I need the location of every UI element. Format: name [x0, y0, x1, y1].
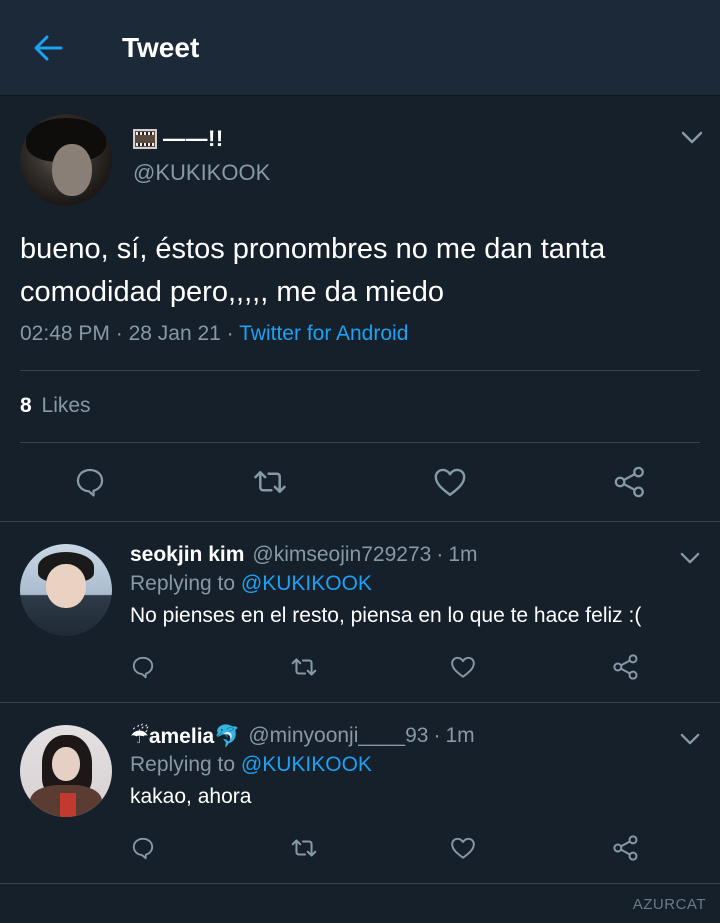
page-title: Tweet [122, 32, 200, 63]
retweet-icon [254, 471, 286, 493]
reply-action-bar [0, 650, 720, 684]
replying-to: Replying to @KUKIKOOK [130, 753, 372, 776]
reply-tweet[interactable]: seokjin kim @kimseojin729273 · 1m Replyi… [0, 522, 720, 702]
retweet-button[interactable] [287, 831, 321, 865]
reply-header: ☔amelia🐬 @minyoonji____93 · 1m [130, 724, 475, 749]
reply-icon [76, 468, 104, 497]
reply-time: 1m [445, 724, 475, 747]
avatar[interactable] [20, 725, 112, 817]
divider [20, 370, 700, 371]
reply-author-handle[interactable]: @minyoonji____93 [248, 724, 428, 748]
reply-menu-button[interactable] [676, 729, 704, 749]
reply-icon [132, 656, 154, 679]
tweet-source-link[interactable]: Twitter for Android [239, 322, 408, 345]
like-button[interactable] [430, 462, 470, 502]
author-name[interactable]: ——!! [133, 126, 224, 152]
likes-count: 8 [20, 394, 32, 417]
like-icon [451, 656, 475, 678]
like-button[interactable] [446, 831, 480, 865]
retweet-icon [291, 839, 317, 857]
share-icon [613, 654, 638, 680]
watermark: AZURCAT [632, 896, 706, 913]
share-icon [614, 466, 644, 498]
back-button[interactable] [28, 30, 68, 66]
author-handle[interactable]: @KUKIKOOK [133, 160, 270, 186]
likes-link[interactable]: 8 Likes [20, 394, 91, 418]
tweet-time: 02:48 PM [20, 322, 110, 345]
reply-time: 1m [448, 543, 478, 566]
chevron-down-icon [680, 552, 700, 563]
reply-text: No pienses en el resto, piensa en lo que… [130, 604, 642, 627]
like-button[interactable] [446, 650, 480, 684]
divider [20, 442, 700, 443]
tweet-menu-button[interactable] [678, 128, 706, 148]
reply-button[interactable] [70, 462, 110, 502]
tweet-action-bar [0, 462, 720, 502]
retweet-icon [291, 658, 317, 676]
mention-link[interactable]: @KUKIKOOK [241, 753, 372, 776]
arrow-left-icon [34, 35, 63, 61]
reply-text: kakao, ahora [130, 785, 252, 808]
reply-button[interactable] [126, 831, 160, 865]
share-button[interactable] [609, 650, 643, 684]
retweet-button[interactable] [250, 462, 290, 502]
film-frames-icon [133, 129, 157, 149]
reply-menu-button[interactable] [676, 548, 704, 568]
top-app-bar: Tweet [0, 0, 720, 96]
reply-icon [132, 837, 154, 860]
mention-link[interactable]: @KUKIKOOK [241, 572, 372, 595]
reply-header: seokjin kim @kimseojin729273 · 1m [130, 543, 478, 567]
chevron-down-icon [681, 131, 703, 144]
share-button[interactable] [610, 462, 650, 502]
tweet-meta: 02:48 PM · 28 Jan 21 · Twitter for Andro… [20, 322, 409, 345]
display-name: ——!! [163, 126, 224, 151]
share-button[interactable] [609, 831, 643, 865]
reply-author-handle[interactable]: @kimseojin729273 [252, 543, 431, 567]
reply-tweet[interactable]: ☔amelia🐬 @minyoonji____93 · 1m Replying … [0, 703, 720, 883]
share-icon [613, 835, 638, 861]
replying-to: Replying to @KUKIKOOK [130, 572, 372, 595]
reply-author-name[interactable]: seokjin kim [130, 543, 244, 567]
reply-author-name[interactable]: ☔amelia🐬 [130, 724, 240, 749]
chevron-down-icon [680, 733, 700, 744]
tweet-text: bueno, sí, éstos pronombres no me dan ta… [20, 233, 606, 308]
like-icon [434, 468, 466, 496]
reply-action-bar [0, 831, 720, 865]
like-icon [451, 837, 475, 859]
reply-button[interactable] [126, 650, 160, 684]
likes-label: Likes [41, 394, 91, 417]
retweet-button[interactable] [287, 650, 321, 684]
divider [0, 883, 720, 884]
avatar[interactable] [20, 114, 112, 206]
tweet-date: 28 Jan 21 [128, 322, 221, 345]
avatar[interactable] [20, 544, 112, 636]
